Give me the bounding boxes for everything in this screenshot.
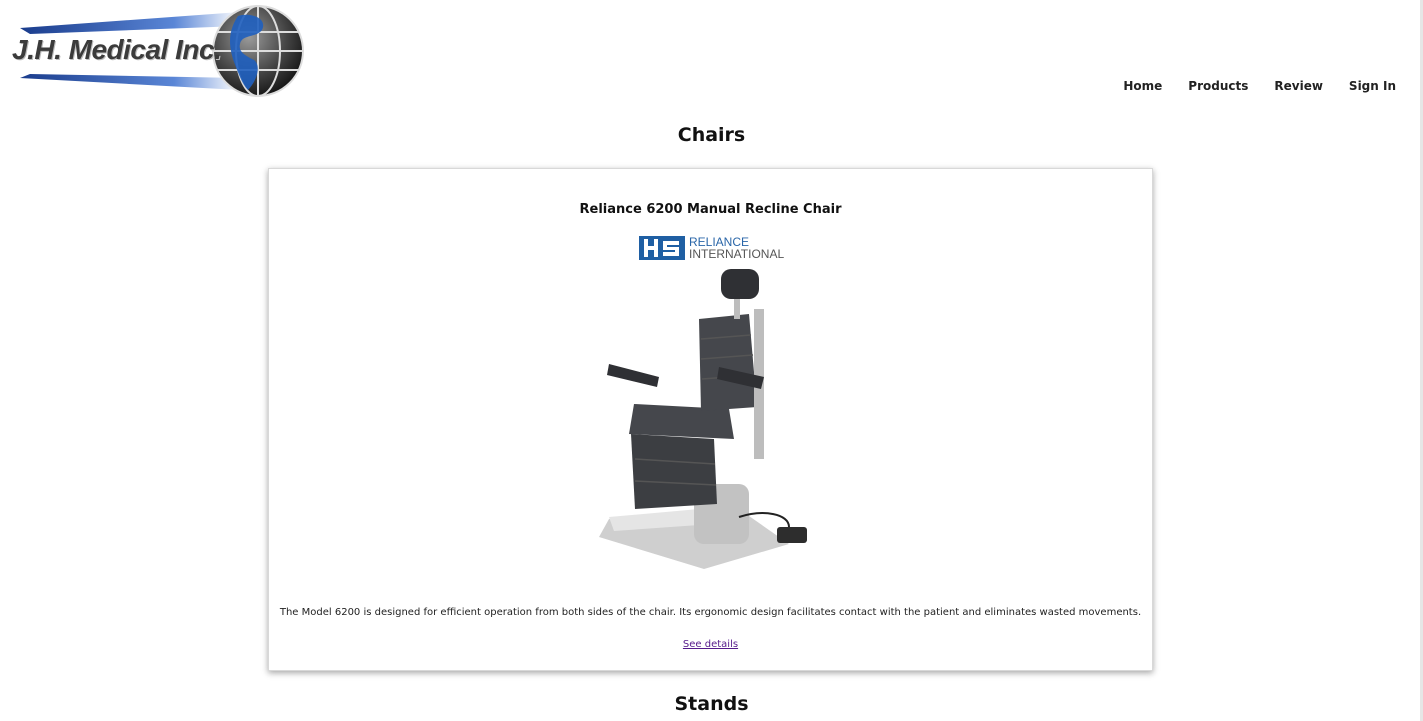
nav-products-link[interactable]: Products [1188, 79, 1248, 93]
main-nav: Home Products Review Sign In [1097, 79, 1396, 93]
reliance-logo-icon [639, 236, 685, 260]
details-container: See details [269, 639, 1152, 650]
logo-text: J.H. Medical Inc. [12, 34, 222, 65]
see-details-link[interactable]: See details [683, 639, 738, 650]
product-description: The Model 6200 is designed for efficient… [279, 607, 1142, 618]
section-title-chairs: Chairs [677, 124, 746, 146]
product-image [589, 269, 829, 574]
brand-text: RELIANCE INTERNATIONAL [689, 236, 784, 260]
site-logo[interactable]: J.H. Medical Inc. [10, 4, 306, 100]
nav-sign-in-link[interactable]: Sign In [1349, 79, 1396, 93]
product-title: Reliance 6200 Manual Recline Chair [579, 202, 842, 217]
nav-review-link[interactable]: Review [1274, 79, 1323, 93]
site-header: J.H. Medical Inc. Home Products Review S… [0, 0, 1423, 110]
section-title-stands: Stands [674, 693, 749, 715]
nav-home-link[interactable]: Home [1123, 79, 1162, 93]
product-card: Reliance 6200 Manual Recline Chair RELIA… [268, 168, 1153, 671]
brand-name-line2: INTERNATIONAL [689, 247, 785, 261]
chair-image [599, 269, 807, 569]
brand-logo: RELIANCE INTERNATIONAL [639, 236, 784, 262]
